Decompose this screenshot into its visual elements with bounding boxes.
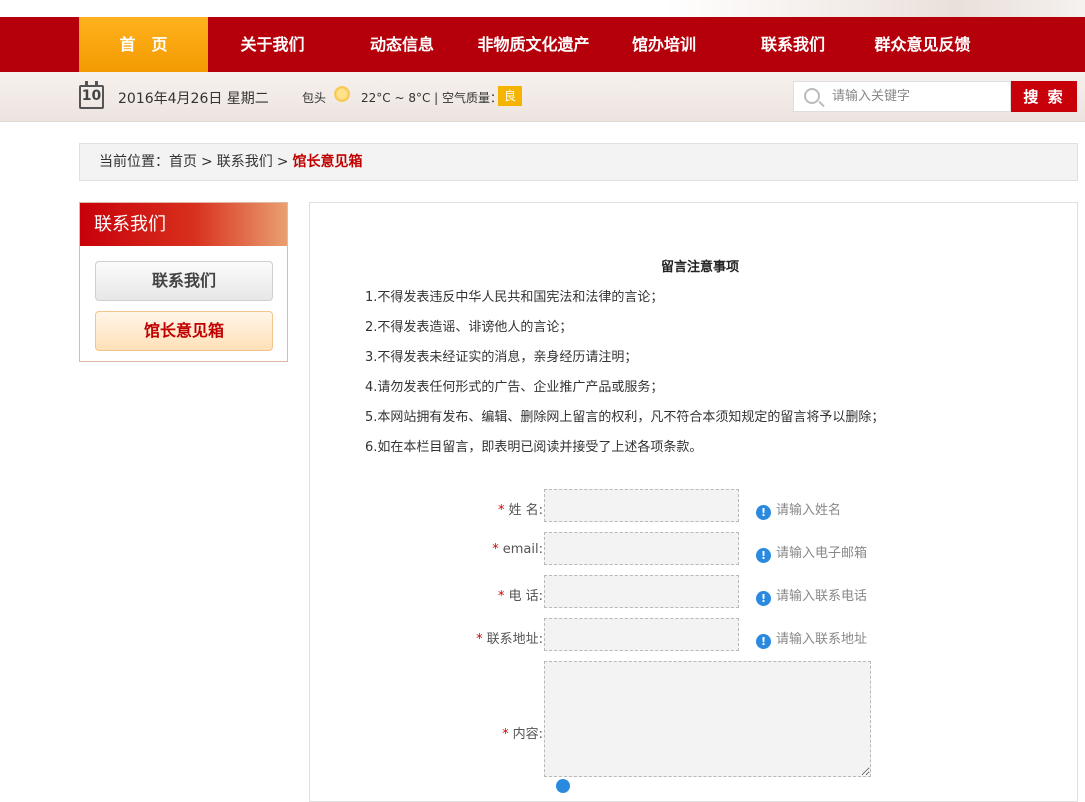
- address-field[interactable]: [544, 618, 739, 651]
- breadcrumb: 当前位置：首页 > 联系我们 > 馆长意见箱: [79, 143, 1078, 181]
- air-quality-badge: 良: [498, 86, 522, 106]
- phone-label: * 电 话:: [497, 589, 543, 604]
- info-icon: [556, 779, 570, 793]
- sidebar-item-contact[interactable]: 联系我们: [95, 261, 273, 301]
- notice-line: 1.不得发表违反中华人民共和国宪法和法律的言论；: [365, 290, 664, 305]
- content-label: * 内容:: [502, 727, 543, 742]
- breadcrumb-contact[interactable]: 联系我们: [217, 154, 273, 170]
- nav-item-about[interactable]: 关于我们: [208, 17, 337, 72]
- main-nav: 首 页 关于我们 动态信息 非物质文化遗产 馆办培训 联系我们 群众意见反馈: [0, 17, 1085, 72]
- name-label: * 姓 名:: [497, 503, 543, 518]
- nav-item-heritage[interactable]: 非物质文化遗产: [467, 17, 600, 72]
- notice-line: 5.本网站拥有发布、编辑、删除网上留言的权利，凡不符合本须知规定的留言将予以删除…: [365, 410, 885, 425]
- main-content: 留言注意事项 1.不得发表违反中华人民共和国宪法和法律的言论； 2.不得发表造谣…: [309, 202, 1078, 802]
- sidebar-item-director-mailbox[interactable]: 馆长意见箱: [95, 311, 273, 351]
- breadcrumb-separator: >: [201, 154, 213, 170]
- nav-item-home[interactable]: 首 页: [79, 17, 208, 72]
- header-decoration: [665, 0, 1085, 17]
- search-box: [793, 81, 1011, 112]
- breadcrumb-separator: >: [276, 154, 289, 170]
- calendar-icon: 10: [79, 81, 104, 109]
- info-icon: !: [756, 591, 771, 606]
- email-field[interactable]: [544, 532, 739, 565]
- search-input[interactable]: [832, 82, 1007, 111]
- nav-item-feedback[interactable]: 群众意见反馈: [858, 17, 987, 72]
- top-strip: [0, 0, 1085, 17]
- current-date: 2016年4月26日 星期二: [118, 91, 269, 107]
- weather-text: 22°C ~ 8°C | 空气质量：: [361, 91, 503, 105]
- breadcrumb-prefix: 当前位置：: [99, 154, 169, 170]
- email-hint: ! 请输入电子邮箱: [756, 542, 867, 563]
- weather-city: 包头: [302, 91, 327, 105]
- notice-line: 6.如在本栏目留言，即表明已阅读并接受了上述各项条款。: [365, 440, 703, 455]
- phone-field[interactable]: [544, 575, 739, 608]
- name-hint: ! 请输入姓名: [756, 499, 841, 520]
- notice-line: 4.请勿发表任何形式的广告、企业推广产品或服务；: [365, 380, 664, 395]
- address-hint: ! 请输入联系地址: [756, 628, 867, 649]
- info-icon: !: [756, 548, 771, 563]
- search-button[interactable]: 搜 索: [1011, 81, 1077, 112]
- info-bar: 10 2016年4月26日 星期二 包头 22°C ~ 8°C | 空气质量： …: [0, 72, 1085, 122]
- info-icon: !: [756, 634, 771, 649]
- sun-icon: [334, 86, 350, 102]
- address-label: * 联系地址:: [476, 632, 543, 647]
- nav-item-contact[interactable]: 联系我们: [728, 17, 858, 72]
- notice-title: 留言注意事项: [660, 260, 739, 275]
- search-icon: [804, 88, 820, 104]
- name-field[interactable]: [544, 489, 739, 522]
- nav-item-training[interactable]: 馆办培训: [600, 17, 728, 72]
- sidebar-title: 联系我们: [80, 203, 287, 246]
- email-label: * email:: [492, 542, 543, 557]
- notice-line: 2.不得发表造谣、诽谤他人的言论；: [365, 320, 573, 335]
- phone-hint: ! 请输入联系电话: [756, 585, 867, 606]
- breadcrumb-current: 馆长意见箱: [292, 154, 363, 170]
- nav-item-news[interactable]: 动态信息: [337, 17, 467, 72]
- notice-line: 3.不得发表未经证实的消息，亲身经历请注明；: [365, 350, 638, 365]
- breadcrumb-home[interactable]: 首页: [169, 154, 197, 170]
- content-textarea[interactable]: [544, 661, 871, 777]
- info-icon: !: [756, 505, 771, 520]
- sidebar: 联系我们 联系我们 馆长意见箱: [79, 202, 288, 362]
